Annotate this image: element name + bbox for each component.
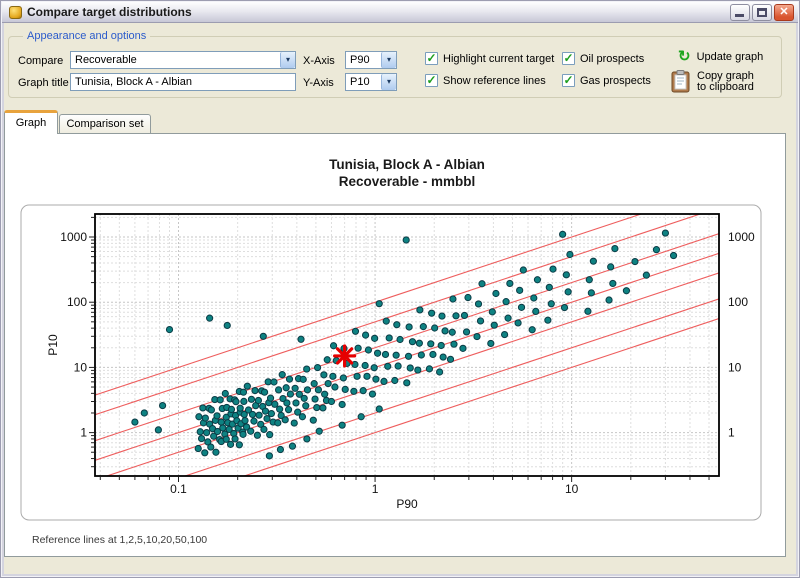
checkbox-oil-prospects[interactable]: ✓ bbox=[562, 52, 575, 65]
copy-graph-button[interactable]: Copy graph to clipboard bbox=[671, 70, 754, 93]
title-bar: Compare target distributions ✕ bbox=[2, 2, 798, 23]
checkmark-icon: ✓ bbox=[426, 51, 436, 65]
y-tick-label: 1 bbox=[80, 426, 87, 440]
copy-graph-label: Copy graph to clipboard bbox=[697, 71, 754, 93]
checkbox-highlight-current-target[interactable]: ✓ bbox=[425, 52, 438, 65]
refresh-icon: ↻ bbox=[678, 50, 691, 64]
close-button[interactable]: ✕ bbox=[774, 4, 794, 21]
y-axis-value: P10 bbox=[346, 76, 381, 88]
plot-border bbox=[95, 214, 719, 476]
graph-title-label: Graph title bbox=[18, 77, 69, 89]
close-icon: ✕ bbox=[779, 6, 788, 18]
y-tick-label: 10 bbox=[74, 360, 88, 374]
reference-lines-note: Reference lines at 1,2,5,10,20,50,100 bbox=[32, 534, 207, 546]
scatter-plot-canvas: Tunisia, Block A - Albian Recoverable - m… bbox=[4, 133, 786, 557]
y-tick-label-right: 100 bbox=[728, 295, 748, 309]
checkbox-gas-prospects[interactable]: ✓ bbox=[562, 74, 575, 87]
grid-lines bbox=[95, 214, 719, 476]
compare-target-distributions-window: Compare target distributions ✕ Appearanc… bbox=[0, 0, 800, 578]
update-graph-button[interactable]: ↻ Update graph bbox=[678, 50, 763, 64]
chevron-down-icon[interactable]: ▾ bbox=[381, 52, 396, 68]
checkmark-icon: ✓ bbox=[563, 51, 573, 65]
app-icon bbox=[9, 6, 22, 19]
x-tick-label: 0.1 bbox=[170, 482, 187, 496]
x-tick-label: 10 bbox=[565, 482, 579, 496]
compare-label: Compare bbox=[18, 55, 63, 67]
y-tick-label: 100 bbox=[67, 295, 87, 309]
y-tick-label: 1000 bbox=[60, 230, 87, 244]
maximize-button[interactable] bbox=[752, 4, 772, 21]
data-points bbox=[132, 230, 677, 459]
y-tick-label-right: 1000 bbox=[728, 230, 755, 244]
window-title: Compare target distributions bbox=[27, 5, 192, 19]
x-axis-dropdown[interactable]: P90 ▾ bbox=[345, 51, 397, 69]
tab-graph[interactable]: Graph bbox=[4, 110, 58, 134]
chevron-down-icon[interactable]: ▾ bbox=[280, 52, 295, 68]
graph-title-input[interactable] bbox=[71, 74, 295, 90]
checkbox-label: Highlight current target bbox=[443, 53, 554, 65]
tab-comparison-set[interactable]: Comparison set bbox=[59, 114, 151, 133]
minimize-button[interactable] bbox=[730, 4, 750, 21]
y-axis-dropdown[interactable]: P10 ▾ bbox=[345, 73, 397, 91]
compare-dropdown[interactable]: Recoverable ▾ bbox=[70, 51, 296, 69]
y-axis-label: Y-Axis bbox=[303, 77, 334, 89]
chart-title-line1: Tunisia, Block A - Albian bbox=[329, 157, 485, 172]
x-axis-value: P90 bbox=[346, 54, 381, 66]
chart-title-line2: Recoverable - mmbbl bbox=[339, 174, 476, 189]
checkmark-icon: ✓ bbox=[563, 73, 573, 87]
checkbox-show-reference-lines[interactable]: ✓ bbox=[425, 74, 438, 87]
clipboard-icon bbox=[671, 70, 691, 93]
y-axis-title: P10 bbox=[46, 334, 60, 356]
update-graph-label: Update graph bbox=[697, 51, 764, 63]
minimize-icon bbox=[735, 14, 744, 17]
highlight-target-marker bbox=[335, 346, 355, 366]
group-label: Appearance and options bbox=[23, 30, 150, 42]
checkbox-label: Gas prospects bbox=[580, 75, 651, 87]
maximize-icon bbox=[757, 8, 767, 17]
y-tick-label-right: 10 bbox=[728, 360, 742, 374]
checkmark-icon: ✓ bbox=[426, 73, 436, 87]
chevron-down-icon[interactable]: ▾ bbox=[381, 74, 396, 90]
checkbox-label: Oil prospects bbox=[580, 53, 644, 65]
graph-title-field-wrap bbox=[70, 73, 296, 91]
x-axis-title: P90 bbox=[396, 497, 418, 511]
y-tick-label-right: 1 bbox=[728, 426, 735, 440]
compare-value: Recoverable bbox=[71, 54, 280, 66]
checkbox-label: Show reference lines bbox=[443, 75, 546, 87]
x-tick-label: 1 bbox=[372, 482, 379, 496]
x-axis-label: X-Axis bbox=[303, 55, 335, 67]
